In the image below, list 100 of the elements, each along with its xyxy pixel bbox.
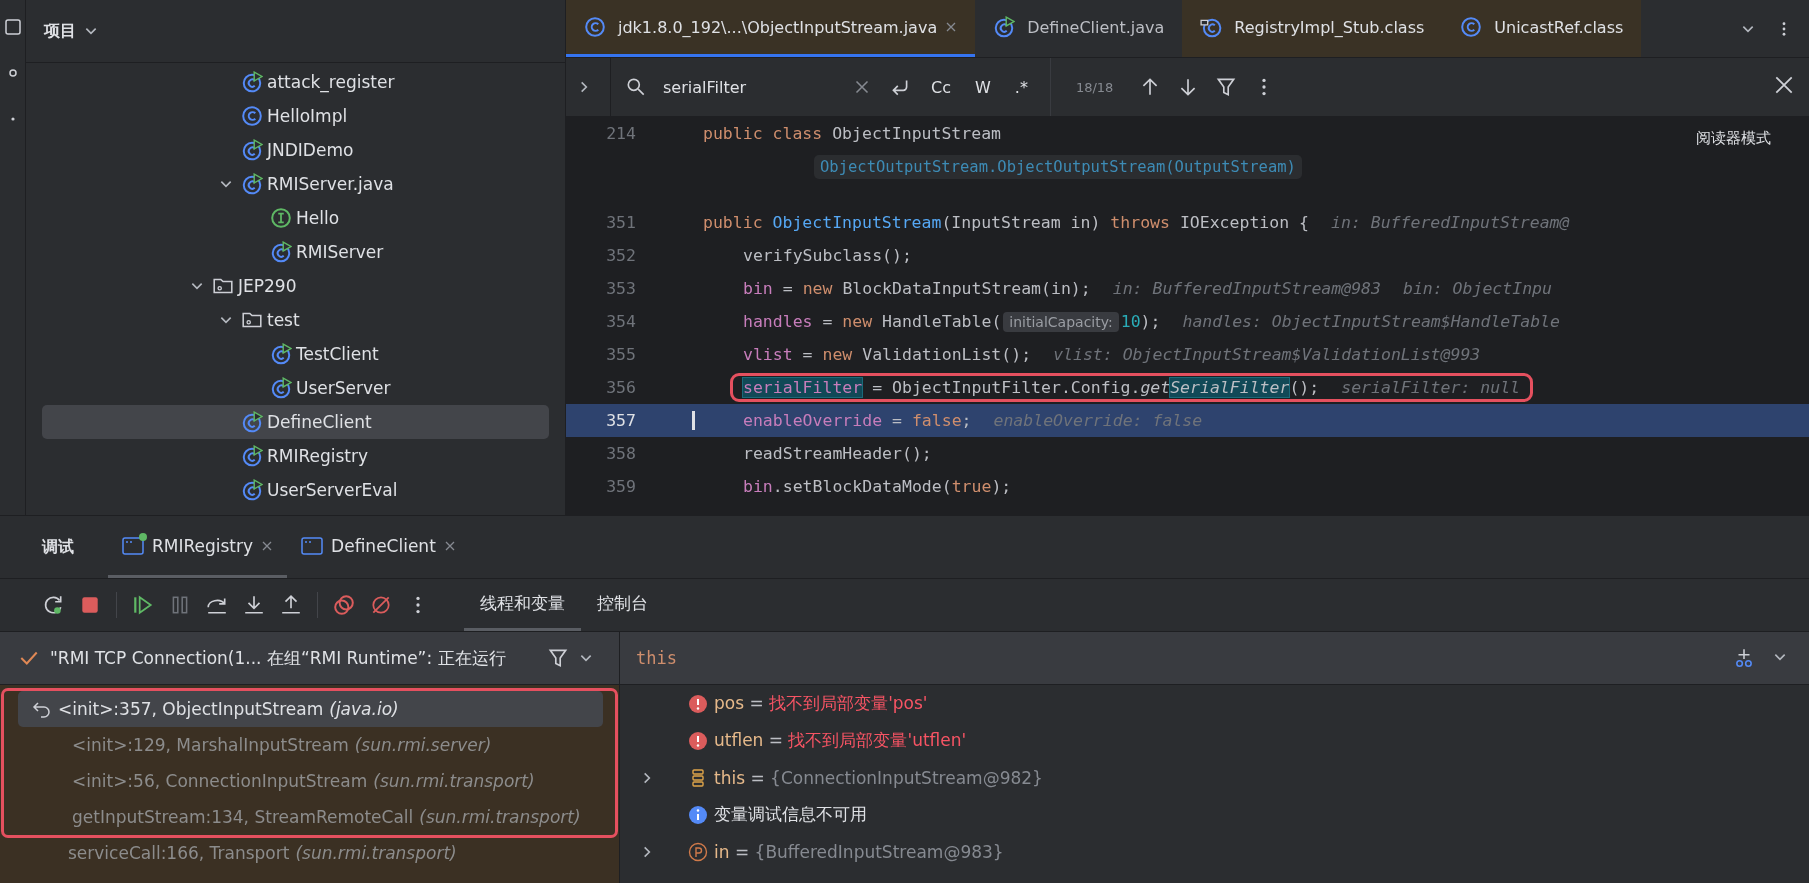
- stack-frame[interactable]: serviceCall:166, Transport (sun.rmi.transport): [14, 835, 607, 871]
- inline-value-hint: vlist: ObjectInputStream$ValidationList@993: [1053, 345, 1481, 364]
- close-icon[interactable]: [945, 21, 958, 33]
- tree-item[interactable]: UserServerEval: [42, 473, 549, 507]
- code-line: vlist = new ValidationList();: [743, 345, 1032, 364]
- search-field[interactable]: serialFilter: [661, 76, 875, 98]
- panel-title[interactable]: 项目: [44, 20, 76, 42]
- error-icon: [688, 730, 708, 751]
- line-number: 214: [605, 124, 637, 143]
- stack-frame[interactable]: <init>:56, ConnectionInputStream (sun.rmi.transport): [18, 763, 603, 799]
- class-icon: [241, 105, 263, 127]
- inline-value-hint: enableOverride: false: [993, 411, 1203, 430]
- usage-hint[interactable]: ObjectOutputStream.ObjectOutputStream(OutputStream): [814, 155, 1302, 179]
- mute-breakpoints-icon[interactable]: [370, 594, 392, 616]
- inline-value-hint: serialFilter: null: [1341, 378, 1521, 397]
- inline-value-hint: in: BufferedInputStream@983: [1112, 279, 1381, 298]
- runnable-class-icon: [270, 241, 292, 263]
- search-option[interactable]: .*: [1010, 77, 1032, 97]
- return-arrow-icon: [32, 699, 52, 719]
- runnable-class-icon: [241, 173, 263, 195]
- project-icon[interactable]: [3, 18, 22, 36]
- window-icon: [122, 536, 144, 555]
- session-tab[interactable]: DefineClient: [287, 516, 470, 578]
- filter-icon[interactable]: [1215, 76, 1238, 98]
- parameter-icon: [688, 841, 708, 862]
- code-line: bin = new BlockDataInputStream(in);: [743, 279, 1091, 298]
- interface-icon: [270, 207, 292, 229]
- close-icon[interactable]: [443, 539, 456, 552]
- editor-tab[interactable]: jdk1.8.0_192\...\ObjectInputStream.java: [566, 0, 976, 57]
- tree-item[interactable]: Hello: [42, 201, 549, 235]
- editor-tab[interactable]: UnicastRef.class: [1442, 0, 1642, 57]
- parameter-hint: initialCapacity:: [1003, 311, 1119, 332]
- rerun-icon[interactable]: [42, 594, 64, 616]
- tree-item[interactable]: JNDIDemo: [42, 133, 549, 167]
- line-number: 357: [605, 411, 637, 430]
- line-number: 359: [605, 477, 637, 496]
- expression-input[interactable]: this: [634, 647, 1733, 669]
- inline-value-hint: bin: ObjectInpu: [1402, 279, 1552, 298]
- step-out-icon[interactable]: [280, 594, 302, 616]
- breakpoints-icon[interactable]: [333, 594, 355, 616]
- tree-item[interactable]: RMIServer: [42, 235, 549, 269]
- runnable-class-icon: [241, 479, 263, 501]
- tree-item[interactable]: attack_register: [42, 65, 549, 99]
- class-icon: [1460, 16, 1483, 38]
- step-into-icon[interactable]: [243, 594, 265, 616]
- info-message: 变量调试信息不可用: [714, 803, 867, 826]
- search-option[interactable]: Cc: [927, 77, 955, 97]
- tree-item[interactable]: RMIRegistry: [42, 439, 549, 473]
- tree-item[interactable]: test: [42, 303, 549, 337]
- search-option[interactable]: W: [970, 77, 995, 97]
- variable-entry[interactable]: utflen = 找不到局部变量'utflen': [714, 729, 967, 752]
- session-tab[interactable]: RMIRegistry: [108, 516, 288, 578]
- tree-item[interactable]: TestClient: [42, 337, 549, 371]
- line-number: 358: [605, 444, 637, 463]
- expression-field[interactable]: this: [620, 632, 1809, 685]
- close-icon[interactable]: [261, 539, 274, 552]
- error-icon: [688, 693, 708, 714]
- stack-frame[interactable]: getInputStream:134, StreamRemoteCall (sun.rmi.transport): [18, 799, 603, 835]
- search-icon: [625, 76, 647, 98]
- tree-item[interactable]: UserServer: [42, 371, 549, 405]
- editor-tab[interactable]: RegistryImpl_Stub.class: [1182, 0, 1443, 57]
- tree-item[interactable]: DefineClient: [42, 405, 549, 439]
- line-number: 354: [605, 312, 637, 331]
- linked-class-icon: [1200, 16, 1223, 38]
- runnable-class-icon: [241, 411, 263, 433]
- runnable-class-icon: [270, 377, 292, 399]
- code-line: enableOverride = false;: [743, 411, 972, 430]
- code-line: public class ObjectInputStream: [703, 124, 1002, 143]
- resume-icon[interactable]: [132, 594, 154, 616]
- inline-value-hint: in: BufferedInputStream@: [1331, 213, 1570, 232]
- runnable-class-icon: [241, 139, 263, 161]
- variable-entry[interactable]: in = {BufferedInputStream@983}: [714, 841, 1004, 862]
- code-line: bin.setBlockDataMode(true);: [743, 477, 1012, 496]
- add-watch-icon[interactable]: [1733, 647, 1755, 669]
- class-icon: [584, 16, 606, 38]
- line-number: 352: [605, 246, 637, 265]
- line-number: 355: [605, 345, 637, 364]
- filter-icon[interactable]: [547, 647, 569, 669]
- status-dot: [139, 532, 147, 541]
- stop-icon[interactable]: [79, 594, 101, 616]
- code-line: verifySubclass();: [743, 246, 912, 265]
- runnable-class-icon: [241, 445, 263, 467]
- code-line: serialFilter = ObjectInputFilter.Config.getSerialFilter();: [743, 378, 1320, 397]
- line-number: 353: [605, 279, 637, 298]
- stack-frame[interactable]: <init>:357, ObjectInputStream (java.io): [18, 691, 603, 727]
- code-line: public ObjectInputStream(InputStream in) throws IOException {: [703, 213, 1309, 232]
- runnable-class-icon: [270, 343, 292, 365]
- view-tab[interactable]: 控制台: [581, 579, 664, 631]
- tree-item[interactable]: HelloImpl: [42, 99, 549, 133]
- runnable-class-icon: [241, 71, 263, 93]
- panel-title: 调试: [42, 536, 74, 558]
- close-icon[interactable]: [1773, 74, 1795, 96]
- window-icon: [301, 536, 324, 555]
- match-count: 18/18: [1075, 79, 1114, 95]
- variable-entry[interactable]: this = {ConnectionInputStream@982}: [714, 767, 1043, 788]
- stack-frame[interactable]: <init>:129, MarshalInputStream (sun.rmi.server): [18, 727, 603, 763]
- tree-item[interactable]: RMIServer.java: [42, 167, 549, 201]
- variable-entry[interactable]: pos = 找不到局部变量'pos': [714, 692, 928, 715]
- tree-item[interactable]: JEP290: [42, 269, 549, 303]
- code-line: readStreamHeader();: [743, 444, 932, 463]
